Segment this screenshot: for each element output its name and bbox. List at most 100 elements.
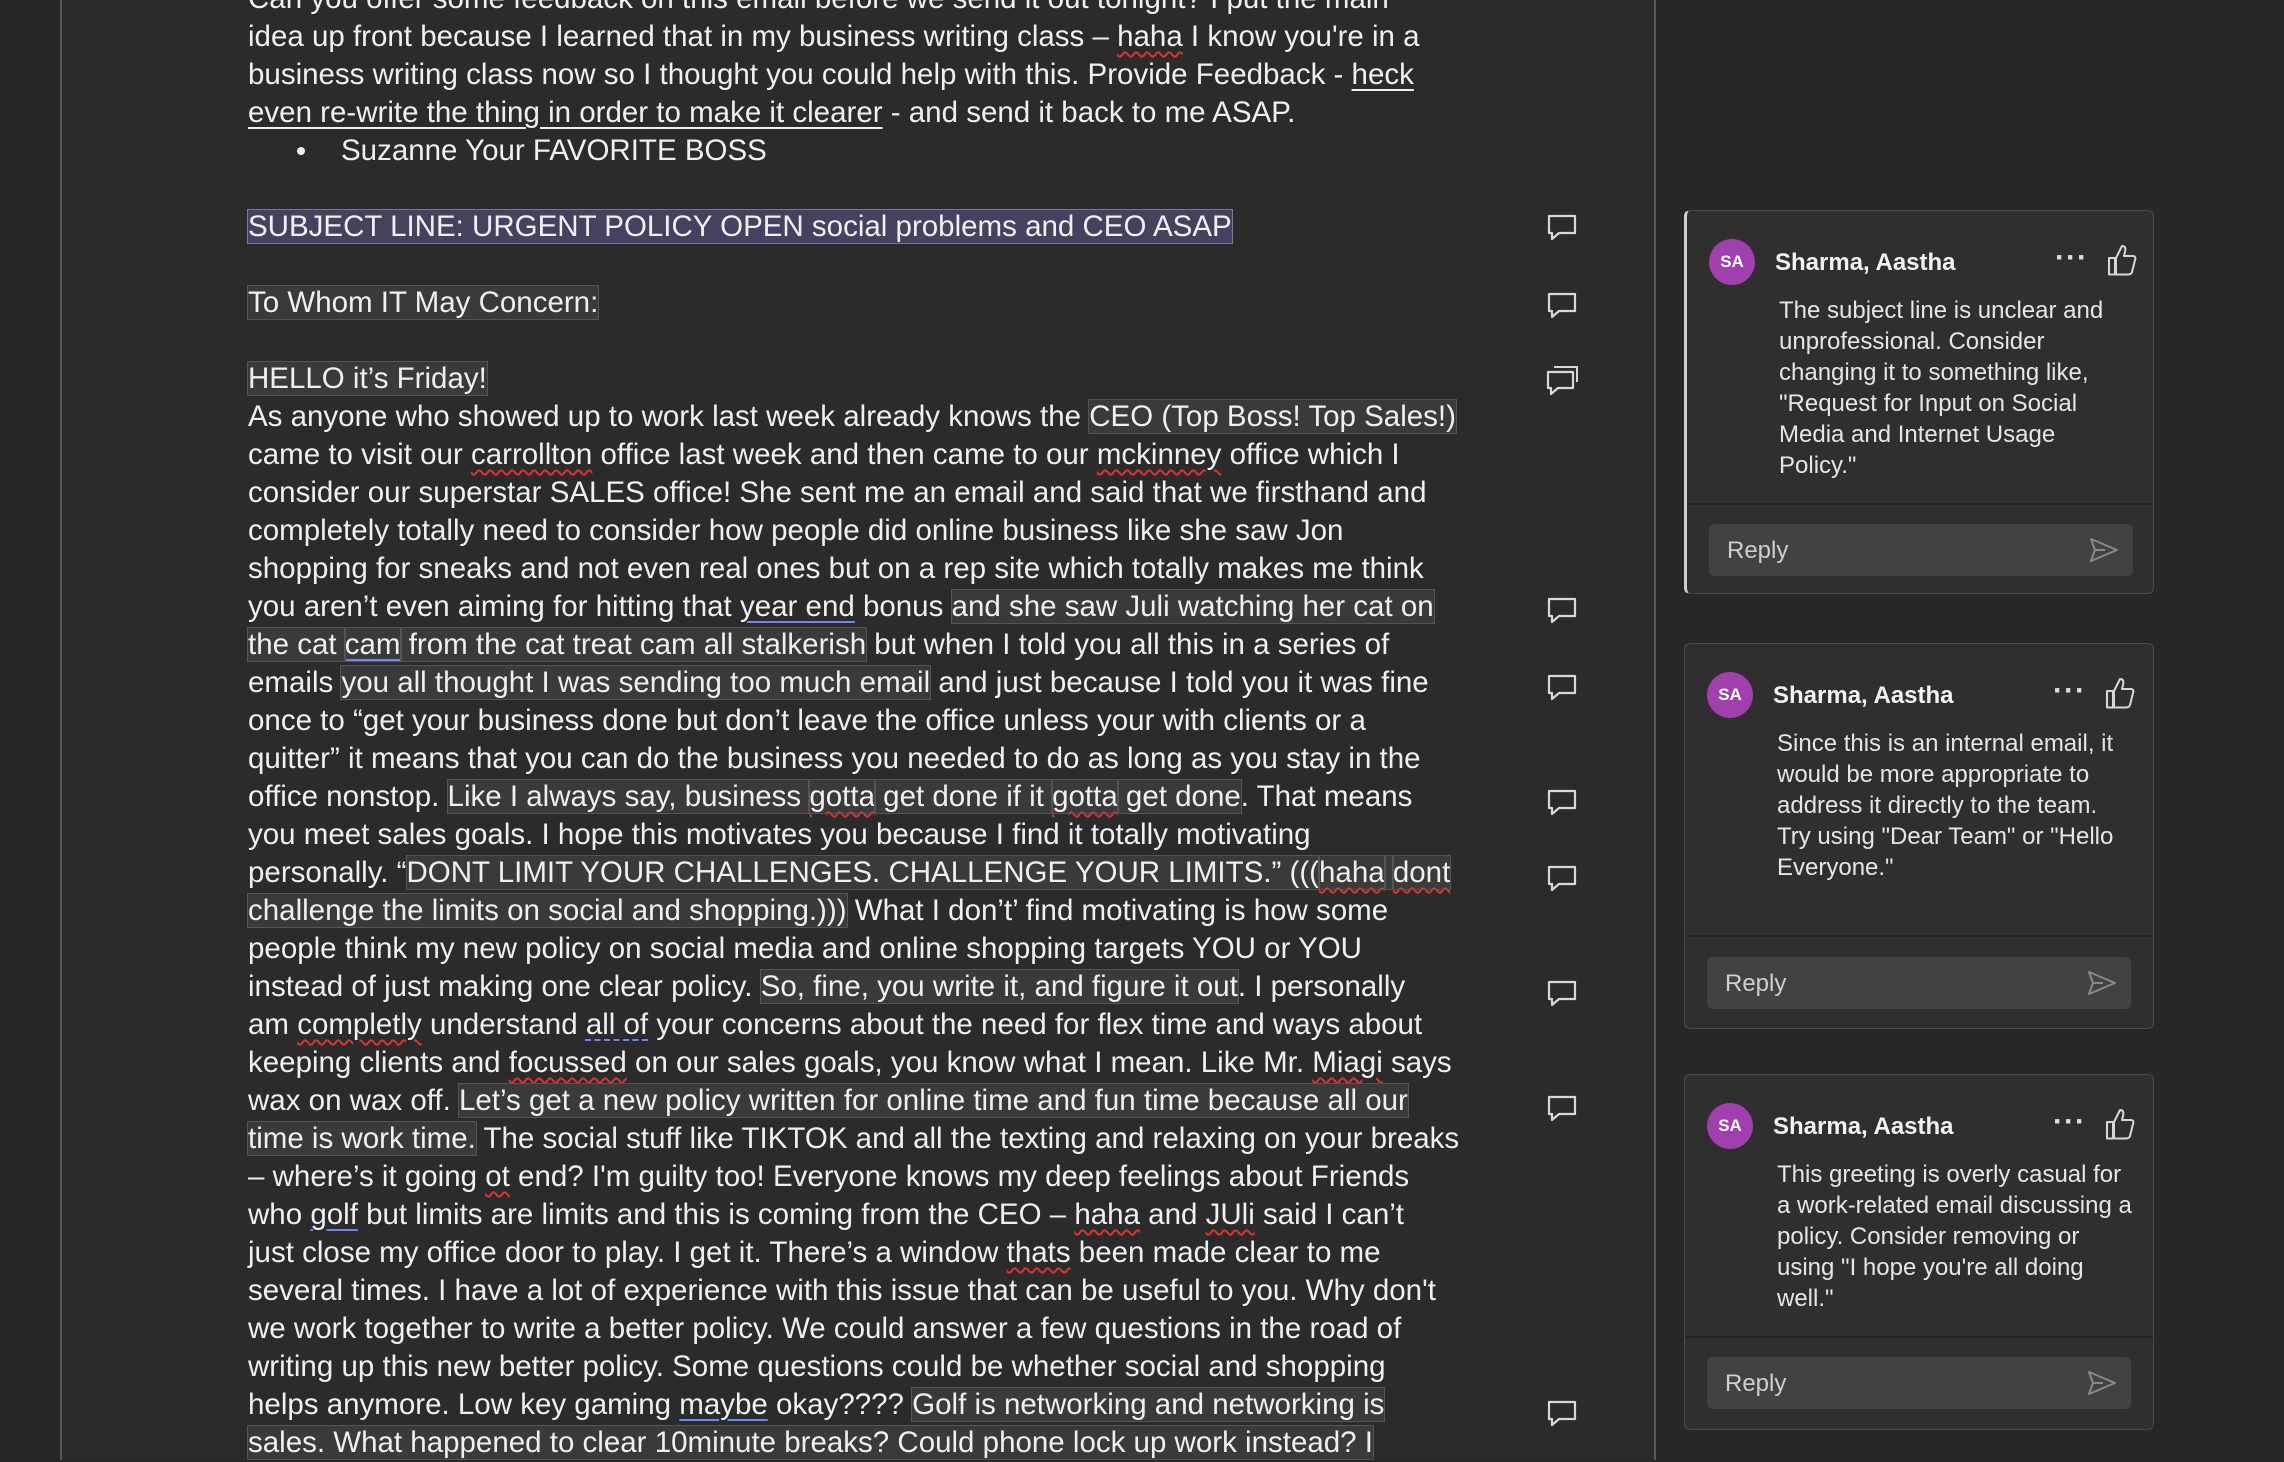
commented-text[interactable]: Let’s get a new policy written for onlin… xyxy=(457,1083,1409,1118)
commented-text[interactable]: challenge the limits on social and shopp… xyxy=(247,893,848,928)
doc-line: instead of just making one clear policy.… xyxy=(248,968,1478,1006)
reply-input[interactable]: Reply xyxy=(1709,524,2133,576)
comment-icon[interactable] xyxy=(1545,788,1579,818)
commented-text[interactable]: get done if it xyxy=(873,779,1054,814)
commented-text[interactable]: Golf is networking and networking is xyxy=(911,1387,1386,1422)
doc-line: came to visit our carrollton office last… xyxy=(248,436,1478,474)
doc-text: and just because I told you it was fine xyxy=(930,666,1429,699)
comment-icon[interactable] xyxy=(1545,979,1579,1009)
grammar-flag[interactable]: year end xyxy=(740,590,855,623)
doc-text: . I personally xyxy=(1237,970,1406,1003)
doc-text: quitter” it means that you can do the bu… xyxy=(248,742,1421,775)
spelling-flag[interactable]: dont xyxy=(1391,855,1452,890)
comment-thread-icon[interactable] xyxy=(1545,366,1579,396)
spelling-flag[interactable]: completly xyxy=(297,1008,422,1041)
doc-text: idea up front because I learned that in … xyxy=(248,20,1118,53)
salutation-line: To Whom IT May Concern: xyxy=(246,284,1478,322)
commented-text[interactable]: DONT LIMIT YOUR CHALLENGES. CHALLENGE YO… xyxy=(405,855,1320,890)
grammar-flag[interactable]: all of xyxy=(586,1008,648,1041)
reply-placeholder: Reply xyxy=(1725,1370,1787,1397)
document-body[interactable]: Can you offer some feedback on this emai… xyxy=(246,0,1478,1462)
grammar-flag[interactable]: maybe xyxy=(679,1388,768,1421)
commented-text[interactable]: get done xyxy=(1116,779,1242,814)
more-options-icon[interactable]: ··· xyxy=(2053,674,2086,708)
spelling-flag[interactable]: carrollton xyxy=(471,438,592,471)
reply-input[interactable]: Reply xyxy=(1707,1357,2131,1409)
comment-icon[interactable] xyxy=(1545,1094,1579,1124)
doc-text: The social stuff like TIKTOK and all the… xyxy=(475,1122,1460,1155)
comment-text: This greeting is overly casual for a wor… xyxy=(1777,1161,2132,1312)
commented-text[interactable]: To Whom IT May Concern: xyxy=(246,285,600,320)
commented-text[interactable]: HELLO it’s Friday! xyxy=(247,361,488,396)
doc-text: just close my office door to play. I get… xyxy=(248,1236,1007,1269)
comment-card[interactable]: SA Sharma, Aastha ··· Since this is an i… xyxy=(1684,643,2154,1029)
commented-text[interactable]: sales. What happened to clear 10minute b… xyxy=(247,1425,1374,1460)
spelling-flag[interactable]: mckinney xyxy=(1097,438,1222,471)
commented-text[interactable]: Like I always say, business xyxy=(446,779,811,814)
comment-card[interactable]: SA Sharma, Aastha ··· The subject line i… xyxy=(1684,210,2154,594)
doc-line: just close my office door to play. I get… xyxy=(248,1234,1478,1272)
comment-icon[interactable] xyxy=(1545,291,1579,321)
doc-text: . That means xyxy=(1240,780,1413,813)
commented-text[interactable]: and she saw Juli watching her cat on xyxy=(950,589,1435,624)
doc-text: said I can’t xyxy=(1254,1198,1404,1231)
spelling-flag[interactable]: Miagi xyxy=(1312,1046,1383,1079)
doc-line: emails you all thought I was sending too… xyxy=(248,664,1478,702)
commented-text[interactable]: you all thought I was sending too much e… xyxy=(340,665,932,700)
commented-text[interactable] xyxy=(1383,855,1394,890)
comment-icon[interactable] xyxy=(1545,1399,1579,1429)
like-icon[interactable] xyxy=(2103,676,2137,710)
more-options-icon[interactable]: ··· xyxy=(2053,1105,2086,1139)
spelling-flag[interactable]: ot xyxy=(485,1160,510,1193)
avatar: SA xyxy=(1709,239,1755,285)
doc-text: office which I xyxy=(1221,438,1400,471)
comment-author: Sharma, Aastha xyxy=(1773,682,1954,709)
doc-text: you aren’t even aiming for hitting that xyxy=(248,590,740,623)
spelling-flag[interactable]: gotta xyxy=(1051,779,1119,814)
like-icon[interactable] xyxy=(2103,1107,2137,1141)
commented-text[interactable]: time is work time. xyxy=(247,1121,477,1156)
spelling-flag[interactable]: thats xyxy=(1007,1236,1071,1269)
doc-text: you meet sales goals. I hope this motiva… xyxy=(248,818,1311,851)
commented-text[interactable]: the cat xyxy=(247,627,346,662)
comment-icon[interactable] xyxy=(1545,673,1579,703)
spelling-flag[interactable]: gotta xyxy=(808,779,876,814)
doc-text: okay???? xyxy=(767,1388,913,1421)
send-icon[interactable] xyxy=(2089,536,2119,564)
grammar-flag[interactable]: cam xyxy=(343,627,402,662)
reply-input[interactable]: Reply xyxy=(1707,957,2131,1009)
comment-card[interactable]: SA Sharma, Aastha ··· This greeting is o… xyxy=(1684,1074,2154,1430)
spelling-flag[interactable]: haha xyxy=(1117,20,1183,53)
send-icon[interactable] xyxy=(2087,1369,2117,1397)
send-icon[interactable] xyxy=(2087,969,2117,997)
more-options-icon[interactable]: ··· xyxy=(2055,241,2088,275)
doc-line: business writing class now so I thought … xyxy=(248,56,1478,94)
grammar-flag[interactable]: golf xyxy=(310,1198,358,1231)
doc-text: people think my new policy on social med… xyxy=(248,932,1362,965)
comment-text: Since this is an internal email, it woul… xyxy=(1777,730,2114,881)
comment-author: Sharma, Aastha xyxy=(1773,1113,1954,1140)
like-icon[interactable] xyxy=(2105,243,2139,277)
commented-text[interactable]: from the cat treat cam all stalkerish xyxy=(399,627,868,662)
doc-text: wax on wax off. xyxy=(248,1084,459,1117)
commented-text[interactable]: CEO (Top Boss! Top Sales!) xyxy=(1088,399,1457,434)
doc-text: understand xyxy=(421,1008,586,1041)
comment-icon[interactable] xyxy=(1545,864,1579,894)
doc-line: we work together to write a better polic… xyxy=(248,1310,1478,1348)
grammar-flag[interactable]: in order xyxy=(548,96,648,129)
doc-text: on our sales goals, you know what I mean… xyxy=(626,1046,1313,1079)
spelling-flag[interactable]: haha xyxy=(1318,855,1386,890)
doc-line: sales. What happened to clear 10minute b… xyxy=(247,1424,1478,1462)
comment-icon[interactable] xyxy=(1545,213,1579,243)
commented-text[interactable]: So, fine, you write it, and figure it ou… xyxy=(759,969,1239,1004)
selected-text[interactable]: SUBJECT LINE: URGENT POLICY OPEN social … xyxy=(247,209,1233,244)
spelling-flag[interactable]: focussed xyxy=(509,1046,627,1079)
comment-icon[interactable] xyxy=(1545,596,1579,626)
spelling-flag[interactable]: JUli xyxy=(1206,1198,1255,1231)
doc-text: we work together to write a better polic… xyxy=(248,1312,1402,1345)
spelling-flag[interactable]: haha xyxy=(1074,1198,1140,1231)
doc-line: even re-write the thing in order to make… xyxy=(248,94,1478,132)
doc-line: personally. “DONT LIMIT YOUR CHALLENGES.… xyxy=(248,854,1478,892)
reply-placeholder: Reply xyxy=(1727,537,1789,564)
doc-text: What I don’t’ find motivating is how som… xyxy=(846,894,1389,927)
